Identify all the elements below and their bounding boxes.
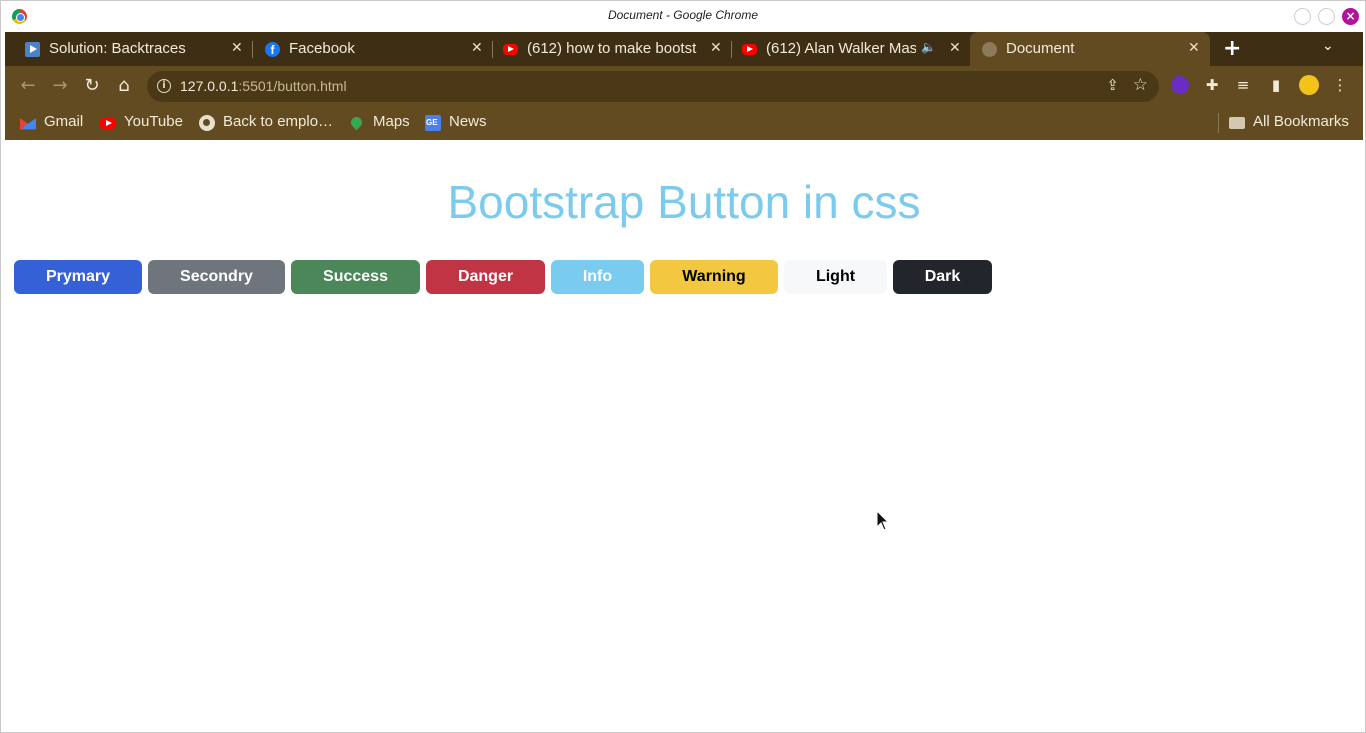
news-icon (425, 115, 441, 131)
toolbar: ← → ↻ ⌂ i 127.0.0.1:5501/button.html ⇪ ☆… (5, 66, 1363, 106)
globe-icon (982, 42, 997, 57)
info-icon[interactable]: i (157, 79, 171, 93)
share-icon[interactable]: ⇪ (1106, 76, 1119, 94)
primary-button[interactable]: Prymary (14, 260, 142, 294)
mouse-cursor-icon (876, 510, 890, 531)
home-icon[interactable]: ⌂ (113, 75, 135, 96)
youtube-icon (100, 118, 116, 129)
close-icon[interactable]: ✕ (471, 39, 483, 56)
tab-youtube-bootstrap[interactable]: (612) how to make bootst ✕ (484, 32, 732, 66)
light-button[interactable]: Light (784, 260, 887, 294)
window-title: Document - Google Chrome (607, 8, 759, 22)
dark-button[interactable]: Dark (893, 260, 992, 294)
danger-button[interactable]: Danger (426, 260, 545, 294)
maximize-button[interactable] (1318, 8, 1335, 25)
page-heading: Bootstrap Button in css (447, 176, 921, 228)
media-control-icon[interactable]: ≡ (1234, 76, 1252, 94)
tab-solution-backtraces[interactable]: Solution: Backtraces ✕ (5, 32, 253, 66)
tab-document[interactable]: Document ✕ (970, 32, 1210, 66)
speaker-icon[interactable]: 🔈 (921, 40, 936, 54)
forward-icon[interactable]: → (49, 75, 71, 96)
reload-icon[interactable]: ↻ (81, 75, 103, 96)
chevron-down-icon[interactable]: ⌄ (1322, 38, 1334, 54)
tab-strip: Solution: Backtraces ✕ f Facebook ✕ (612… (5, 32, 1363, 66)
tab-label: Solution: Backtraces (49, 40, 186, 57)
bookmarks-divider (1218, 113, 1219, 133)
close-icon[interactable]: ✕ (231, 39, 243, 56)
puzzle-icon[interactable]: ✚ (1203, 76, 1221, 94)
minimize-button[interactable] (1294, 8, 1311, 25)
extension-icon[interactable] (1171, 76, 1189, 94)
url-text[interactable]: 127.0.0.1:5501/button.html (180, 78, 347, 94)
tab-label: Facebook (289, 40, 355, 57)
close-icon[interactable]: ✕ (1188, 39, 1200, 56)
bookmark-star-icon[interactable]: ☆ (1133, 75, 1148, 95)
tab-label: Document (1006, 40, 1075, 57)
play-icon (25, 42, 40, 57)
facebook-icon: f (265, 42, 280, 57)
side-panel-icon[interactable]: ▮ (1267, 76, 1285, 94)
tab-youtube-alan-walker[interactable]: (612) Alan Walker Mas 🔈 ✕ (723, 32, 971, 66)
warning-button[interactable]: Warning (650, 260, 778, 294)
close-icon[interactable]: ✕ (710, 39, 722, 56)
close-window-button[interactable]: × (1342, 8, 1359, 25)
folder-icon (1229, 117, 1245, 129)
menu-icon[interactable]: ⋮ (1331, 76, 1349, 94)
success-button[interactable]: Success (291, 260, 420, 294)
secondary-button[interactable]: Secondry (148, 260, 285, 294)
back-icon[interactable]: ← (17, 75, 39, 96)
bookmarks-bar: Gmail YouTube Back to emplo… Maps News A… (5, 106, 1363, 140)
youtube-icon (742, 44, 757, 55)
browser-window: Document - Google Chrome × Solution: Bac… (0, 0, 1366, 733)
address-bar[interactable]: i 127.0.0.1:5501/button.html ⇪ ☆ (147, 71, 1159, 102)
tab-label: (612) how to make bootst (527, 40, 697, 57)
tab-label: (612) Alan Walker Mas (766, 40, 916, 57)
youtube-icon (503, 44, 518, 55)
new-tab-icon[interactable]: + (1223, 36, 1241, 61)
info-button[interactable]: Info (551, 260, 644, 294)
globe-icon (199, 115, 215, 131)
maps-icon (348, 114, 365, 131)
gmail-icon (20, 118, 36, 130)
title-bar: Document - Google Chrome × (1, 1, 1365, 32)
page-content: Bootstrap Button in css Prymary Secondry… (5, 140, 1363, 732)
close-icon[interactable]: ✕ (949, 39, 961, 56)
avatar[interactable] (1299, 75, 1319, 95)
tab-facebook[interactable]: f Facebook ✕ (245, 32, 493, 66)
